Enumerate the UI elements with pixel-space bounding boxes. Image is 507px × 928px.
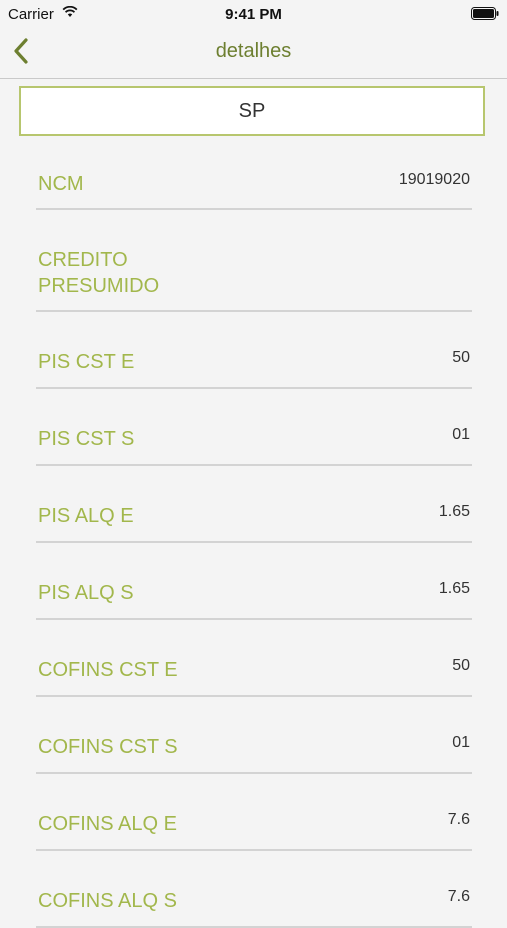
detail-label: COFINS CST E [38,659,178,681]
detail-value: 1.65 [438,503,470,520]
navigation-bar: detalhes [0,28,507,79]
detail-value: 50 [452,349,470,366]
detail-label: PIS ALQ E [38,505,134,527]
detail-row-credito-presumido: CREDITO PRESUMIDO [36,210,472,312]
detail-row-cofins-cst-e: COFINS CST E 50 [36,620,472,697]
detail-value: 01 [452,426,470,443]
state-selector-button[interactable]: SP [19,86,485,136]
detail-row-cofins-cst-s: COFINS CST S 01 [36,697,472,774]
detail-row-cofins-alq-s: COFINS ALQ S 7.6 [36,851,472,928]
battery-icon [471,7,499,20]
detail-row-cofins-alq-e: COFINS ALQ E 7.6 [36,774,472,851]
status-bar: Carrier 9:41 PM [0,0,507,28]
page-title: detalhes [215,40,292,62]
detail-value: 01 [452,734,470,751]
detail-row-pis-alq-e: PIS ALQ E 1.65 [36,466,472,543]
details-list: NCM 19019020 CREDITO PRESUMIDO PIS CST E… [0,140,507,928]
detail-label: COFINS ALQ S [38,890,177,912]
detail-label: COFINS ALQ E [38,813,177,835]
state-value: SP [238,100,266,122]
detail-label: PIS CST E [38,351,135,373]
detail-value: 7.6 [447,888,470,905]
detail-row-pis-cst-s: PIS CST S 01 [36,389,472,466]
detail-row-pis-cst-e: PIS CST E 50 [36,312,472,389]
detail-label: COFINS CST S [38,736,178,758]
detail-label: PIS ALQ S [38,582,134,604]
clock-label: 9:41 PM [225,6,282,23]
detail-label: PIS CST S [38,428,135,450]
detail-row-pis-alq-s: PIS ALQ S 1.65 [36,543,472,620]
detail-value: 1.65 [438,580,470,597]
detail-row-ncm: NCM 19019020 [36,140,472,210]
detail-label: NCM [38,173,84,195]
detail-value: 19019020 [398,171,470,188]
detail-value: 50 [452,657,470,674]
detail-label: CREDITO PRESUMIDO [38,249,160,297]
detail-value: 7.6 [447,811,470,828]
